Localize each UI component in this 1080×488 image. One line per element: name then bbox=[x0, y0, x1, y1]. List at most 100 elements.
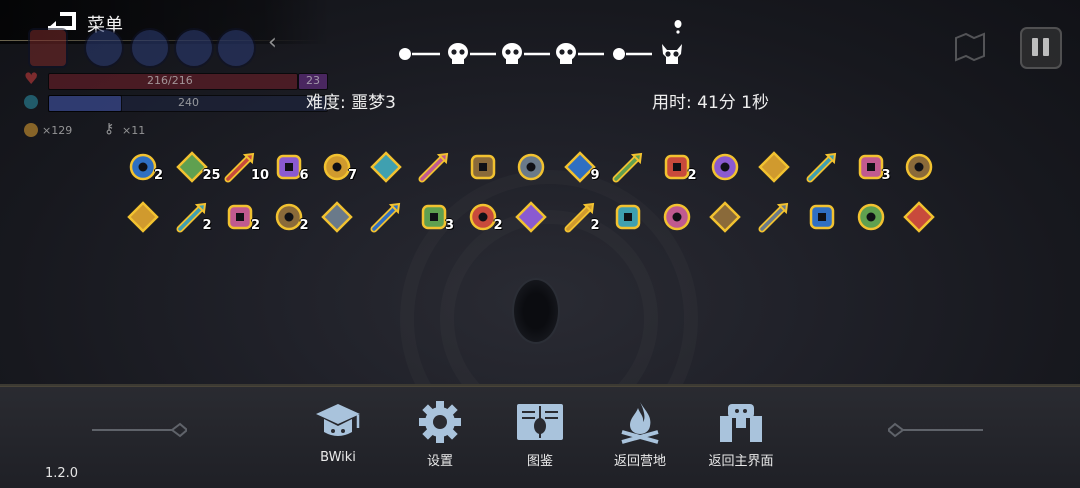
pause-button[interactable] bbox=[1020, 27, 1062, 69]
skull-icon bbox=[502, 43, 522, 64]
map-icon[interactable] bbox=[952, 32, 988, 62]
inventory-item[interactable]: 2 bbox=[223, 200, 261, 234]
item-quantity: 9 bbox=[590, 168, 600, 183]
inventory-item[interactable] bbox=[757, 200, 791, 234]
jade-box-icon bbox=[709, 201, 741, 233]
target-rings-icon bbox=[711, 153, 739, 181]
item-quantity: 2 bbox=[154, 168, 164, 183]
return-main-button[interactable]: 返回主界面 bbox=[704, 400, 778, 474]
inventory-item[interactable]: 2 bbox=[126, 150, 164, 184]
crystal-egg-icon bbox=[470, 154, 495, 180]
item-quantity: 2 bbox=[202, 218, 212, 233]
energy-orb-icon bbox=[24, 95, 38, 109]
inventory-item[interactable]: 9 bbox=[563, 150, 600, 184]
energy-text: 240 bbox=[178, 96, 199, 109]
skill-slot bbox=[84, 28, 124, 68]
item-quantity: 25 bbox=[202, 168, 221, 183]
inventory-item[interactable]: 2 bbox=[466, 200, 503, 234]
item-quantity: 6 bbox=[299, 168, 309, 183]
inventory-item[interactable] bbox=[805, 200, 839, 234]
gear-icon bbox=[419, 401, 461, 443]
inventory-item[interactable]: 25 bbox=[175, 150, 221, 184]
return-camp-label: 返回营地 bbox=[613, 454, 666, 469]
skull-icon bbox=[448, 43, 468, 64]
inventory-item[interactable] bbox=[466, 150, 500, 184]
return-main-label: 返回主界面 bbox=[708, 454, 774, 469]
inventory-item[interactable]: 2 bbox=[272, 200, 309, 234]
return-camp-button[interactable]: 返回营地 bbox=[608, 400, 672, 474]
green-bird-icon bbox=[127, 201, 159, 233]
steel-claw-icon bbox=[758, 202, 788, 233]
skill-slot bbox=[28, 28, 68, 68]
fire-arrow-icon bbox=[905, 153, 933, 181]
book-icon bbox=[517, 404, 563, 440]
bwiki-graduation-cap-icon bbox=[316, 404, 360, 436]
codex-button[interactable]: 图鉴 bbox=[508, 400, 572, 474]
skull-icon bbox=[556, 43, 576, 64]
item-quantity: 2 bbox=[251, 218, 261, 233]
inventory-item[interactable] bbox=[757, 150, 791, 184]
inventory-item[interactable]: 3 bbox=[854, 150, 891, 184]
inventory-item[interactable] bbox=[805, 150, 839, 184]
level-progress bbox=[399, 43, 682, 64]
dark-cloak-icon bbox=[612, 152, 643, 183]
inventory-item[interactable] bbox=[417, 150, 451, 184]
inventory-item[interactable] bbox=[902, 150, 936, 184]
inventory-item[interactable]: 2 bbox=[660, 150, 697, 184]
bwiki-button[interactable]: BWiki bbox=[306, 400, 370, 474]
inventory-item[interactable] bbox=[369, 200, 403, 234]
inventory-item[interactable] bbox=[854, 200, 888, 234]
settings-button[interactable]: 设置 bbox=[408, 400, 472, 474]
inventory-item[interactable]: 2 bbox=[175, 200, 212, 234]
skill-slot bbox=[216, 28, 256, 68]
inventory-item[interactable] bbox=[902, 200, 936, 234]
skill-slot bbox=[174, 28, 214, 68]
inventory-item[interactable]: 3 bbox=[417, 200, 455, 234]
bwiki-label: BWiki bbox=[320, 450, 356, 465]
codex-label: 图鉴 bbox=[526, 454, 553, 469]
difficulty-label: 难度: 噩梦3 bbox=[306, 93, 396, 113]
inventory-item[interactable] bbox=[611, 200, 645, 234]
armor-badge: 23 bbox=[306, 74, 320, 87]
item-quantity: 2 bbox=[299, 218, 309, 233]
inventory-item[interactable] bbox=[514, 150, 548, 184]
inventory-item[interactable] bbox=[708, 150, 742, 184]
settings-label: 设置 bbox=[426, 454, 453, 469]
campfire-icon bbox=[621, 402, 659, 444]
green-hat-icon bbox=[809, 204, 835, 230]
inventory-item[interactable] bbox=[369, 150, 403, 184]
heart-icon: ♥ bbox=[24, 69, 39, 88]
item-quantity: 10 bbox=[251, 168, 270, 183]
version-label: 1.2.0 bbox=[45, 466, 79, 481]
inventory-item[interactable] bbox=[320, 200, 354, 234]
hp-text: 216/216 bbox=[147, 74, 193, 87]
item-quantity: 2 bbox=[590, 218, 600, 233]
current-position-marker-icon bbox=[674, 20, 682, 34]
energy-bar-fill bbox=[48, 95, 122, 112]
red-eye-orb-icon bbox=[418, 152, 449, 183]
purple-boot-icon bbox=[515, 201, 547, 233]
coin-count: ×129 bbox=[42, 124, 73, 137]
pocket-watch-icon bbox=[757, 151, 790, 183]
demon-face-icon bbox=[615, 204, 641, 230]
rainbow-cloak-icon bbox=[369, 151, 402, 183]
inventory-item[interactable] bbox=[611, 150, 645, 184]
inventory-item[interactable] bbox=[660, 200, 694, 234]
gate-icon bbox=[720, 404, 762, 442]
stage-dot bbox=[613, 48, 625, 60]
inventory-item[interactable]: 6 bbox=[272, 150, 309, 184]
inventory-item[interactable]: 2 bbox=[563, 200, 600, 234]
inventory-item[interactable]: 10 bbox=[223, 150, 269, 184]
boss-skull-icon bbox=[662, 44, 682, 64]
wooden-crate-icon bbox=[370, 202, 400, 233]
pink-egg-icon bbox=[321, 201, 353, 233]
key-count: ×11 bbox=[122, 124, 146, 137]
inventory-item[interactable]: 7 bbox=[320, 150, 357, 184]
golden-scroll-icon bbox=[857, 203, 884, 231]
inventory-item[interactable] bbox=[708, 200, 742, 234]
item-quantity: 3 bbox=[445, 218, 455, 233]
item-quantity: 3 bbox=[881, 168, 891, 183]
inventory-item[interactable] bbox=[514, 200, 548, 234]
magnifier-icon bbox=[903, 201, 935, 233]
inventory-item[interactable] bbox=[126, 200, 160, 234]
